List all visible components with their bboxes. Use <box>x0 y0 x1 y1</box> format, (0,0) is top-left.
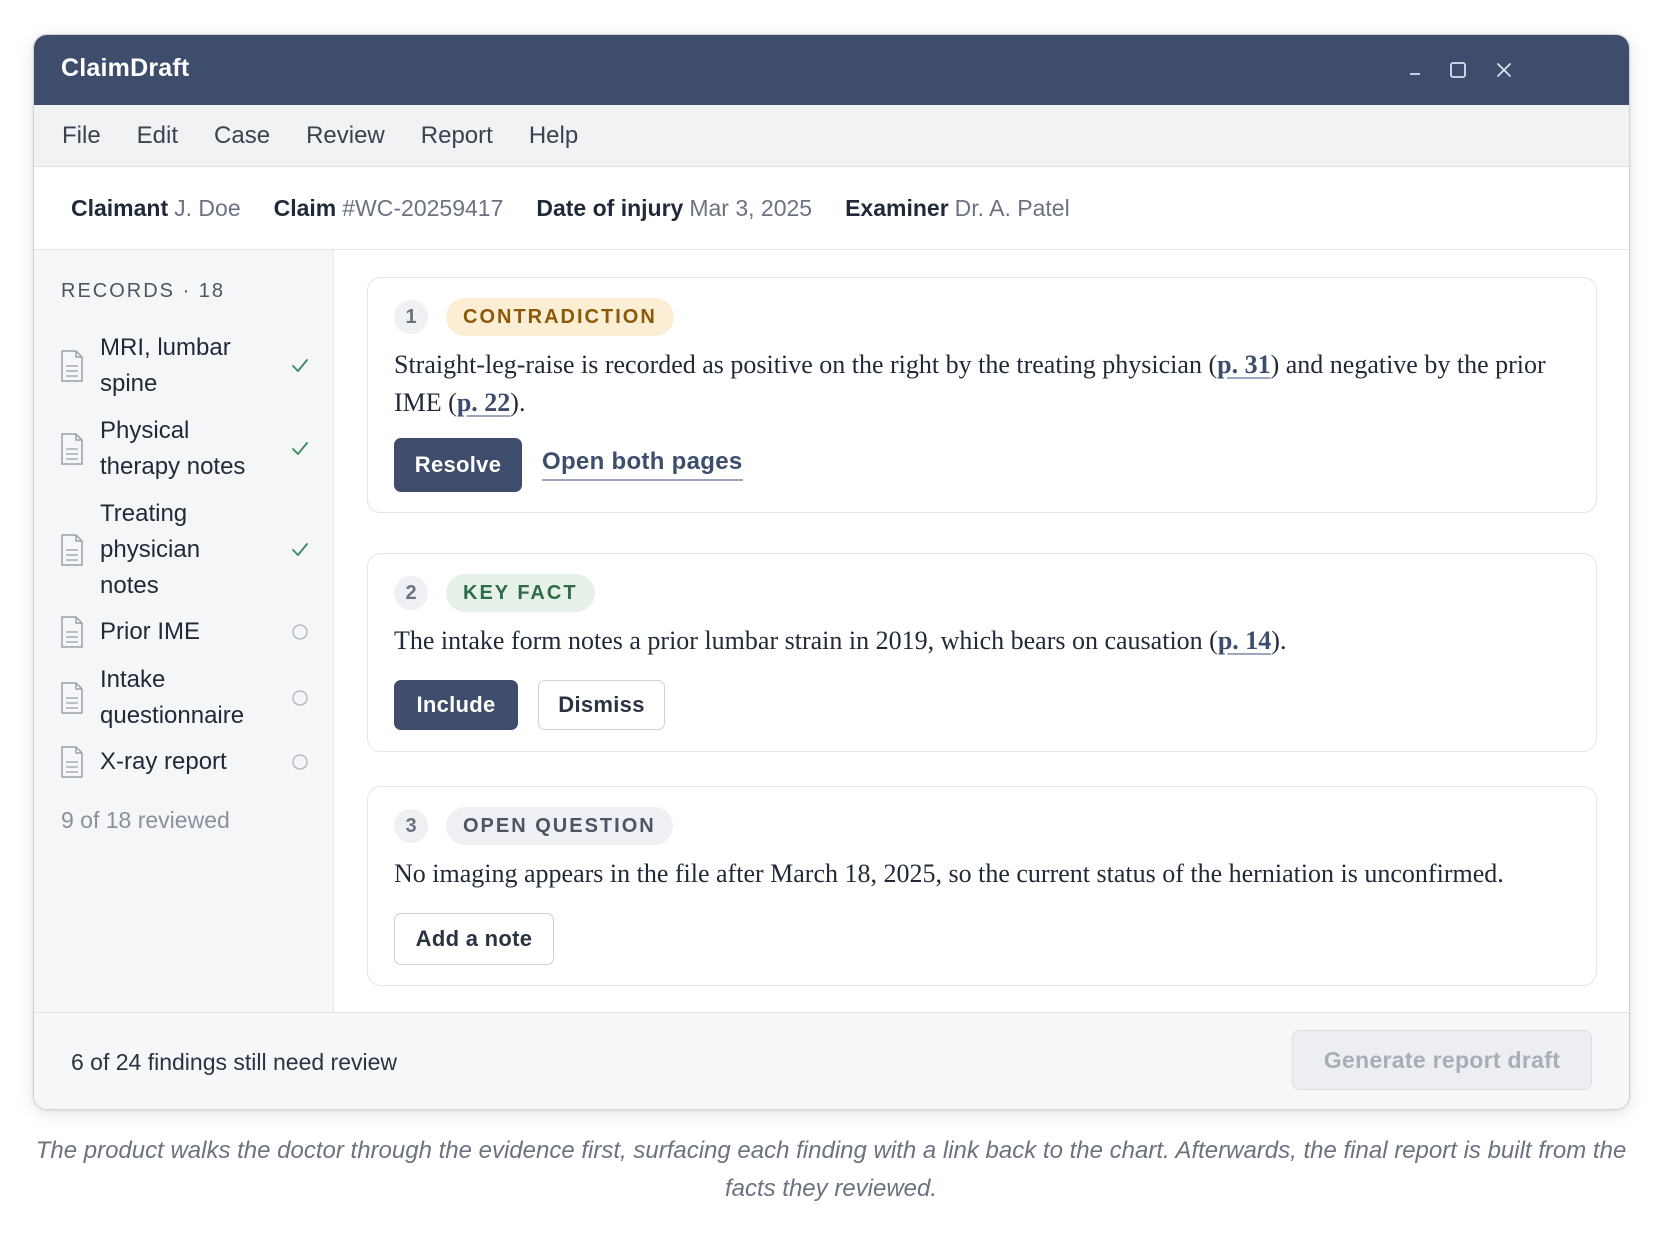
check-icon <box>289 355 311 377</box>
menu-file[interactable]: File <box>62 122 101 150</box>
findings-remaining: 6 of 24 findings still need review <box>71 1049 398 1075</box>
record-label: MRI, lumbar spine <box>100 334 231 397</box>
record-label: Treating physician notes <box>100 500 201 599</box>
page-ref-link[interactable]: p. 14 <box>1218 626 1271 655</box>
finding-tag: OPEN QUESTION <box>446 807 673 845</box>
menu-help[interactable]: Help <box>529 122 578 150</box>
finding-text: The intake form notes a prior lumbar str… <box>394 626 1287 655</box>
generate-report-button[interactable]: Generate report draft <box>1292 1030 1592 1090</box>
pending-circle-icon <box>289 751 311 773</box>
records-heading: RECORDS · 18 <box>61 280 226 302</box>
page-ref-link[interactable]: p. 22 <box>457 388 510 417</box>
record-item-mri[interactable]: MRI, lumbar spine <box>61 330 308 402</box>
claim-field: Claim #WC-20259417 <box>273 195 504 221</box>
injury-date-field: Date of injury Mar 3, 2025 <box>536 195 813 221</box>
record-item-physical-therapy[interactable]: Physical therapy notes <box>61 413 308 485</box>
document-icon <box>61 534 83 566</box>
pending-circle-icon <box>289 621 311 643</box>
document-icon <box>61 682 83 714</box>
records-progress: 9 of 18 reviewed <box>61 807 230 833</box>
records-sidebar: RECORDS · 18 MRI, lumbar spine Physical th… <box>34 250 334 1012</box>
open-both-pages-link[interactable]: Open both pages <box>542 448 743 481</box>
finding-card: 2 KEY FACT The intake form notes a prior… <box>367 553 1597 752</box>
minimize-icon <box>1410 73 1420 75</box>
claimant-field: Claimant J. Doe <box>71 195 241 221</box>
finding-tag: CONTRADICTION <box>446 298 674 336</box>
check-icon <box>289 539 311 561</box>
review-footer: 6 of 24 findings still need review Gener… <box>34 1012 1629 1109</box>
finding-number: 1 <box>394 300 428 334</box>
record-label: X-ray report <box>100 748 227 775</box>
app-window: ClaimDraft File Edit Case Review Report … <box>33 34 1630 1110</box>
figure-caption: The product walks the doctor through the… <box>35 1137 1627 1202</box>
record-label: Prior IME <box>100 618 201 645</box>
add-note-button[interactable]: Add a note <box>394 913 554 965</box>
maximize-icon <box>1450 62 1466 78</box>
menu-case[interactable]: Case <box>214 122 270 150</box>
app-title: ClaimDraft <box>61 54 190 82</box>
resolve-button[interactable]: Resolve <box>394 438 522 492</box>
check-icon <box>289 438 311 460</box>
document-icon <box>61 616 83 648</box>
maximize-button[interactable] <box>1443 55 1473 85</box>
finding-card: 1 CONTRADICTION Straight-leg-raise is re… <box>367 277 1597 513</box>
finding-text: No imaging appears in the file after Mar… <box>394 859 1504 888</box>
findings-panel: 1 CONTRADICTION Straight-leg-raise is re… <box>334 250 1629 1012</box>
include-button[interactable]: Include <box>394 680 518 730</box>
close-button[interactable] <box>1489 55 1519 85</box>
document-icon <box>61 746 83 778</box>
document-icon <box>61 433 83 465</box>
close-icon <box>1497 63 1511 77</box>
menu-edit[interactable]: Edit <box>137 122 178 150</box>
minimize-button[interactable] <box>1400 55 1430 85</box>
case-header: Claimant J. Doe Claim #WC-20259417 Date of… <box>34 168 1629 250</box>
menu-bar: File Edit Case Review Report Help <box>34 105 1629 167</box>
document-icon <box>61 350 83 382</box>
page-ref-link[interactable]: p. 31 <box>1217 350 1270 379</box>
examiner-field: Examiner Dr. A. Patel <box>845 195 1070 221</box>
finding-card: 3 OPEN QUESTION No imaging appears in th… <box>367 786 1597 986</box>
menu-review[interactable]: Review <box>306 122 385 150</box>
finding-text: Straight-leg-raise is recorded as positi… <box>394 350 1546 417</box>
record-item-intake-questionnaire[interactable]: Intake questionnaire <box>61 662 308 734</box>
title-bar: ClaimDraft <box>34 35 1629 105</box>
record-item-prior-ime[interactable]: Prior IME <box>61 614 308 650</box>
record-item-treating-physician[interactable]: Treating physician notes <box>61 496 308 604</box>
record-label: Intake questionnaire <box>100 666 245 729</box>
finding-number: 2 <box>394 576 428 610</box>
record-item-xray-report[interactable]: X-ray report <box>61 744 308 780</box>
finding-number: 3 <box>394 809 428 843</box>
record-label: Physical therapy notes <box>100 417 246 480</box>
finding-tag: KEY FACT <box>446 574 595 612</box>
menu-report[interactable]: Report <box>421 122 493 150</box>
pending-circle-icon <box>289 687 311 709</box>
dismiss-button[interactable]: Dismiss <box>538 680 665 730</box>
